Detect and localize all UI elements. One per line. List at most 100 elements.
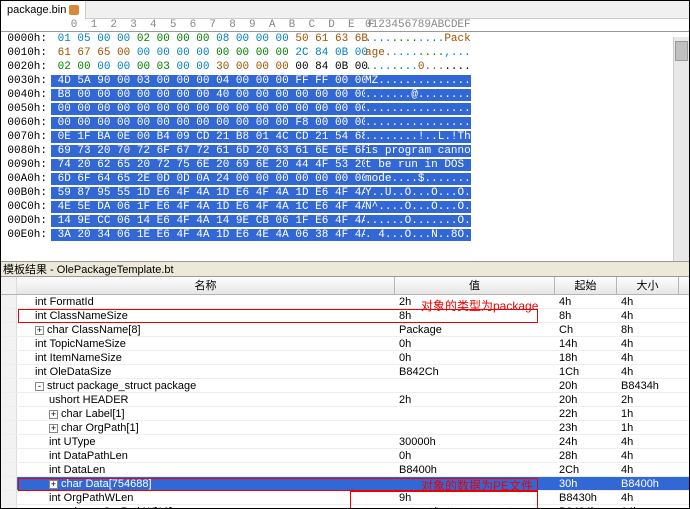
- ascii-bytes[interactable]: mode....$.......: [357, 172, 489, 186]
- hex-row[interactable]: 00A0h: 6D 6F 64 65 2E 0D 0D 0A 24 00 00 …: [1, 172, 689, 186]
- table-row[interactable]: int FormatId2h4h4h: [1, 295, 689, 309]
- hex-bytes[interactable]: 61 67 65 00 00 00 00 00 00 00 00 00 2C 8…: [51, 46, 357, 60]
- hex-bytes[interactable]: 69 73 20 70 72 6F 67 72 61 6D 20 63 61 6…: [51, 144, 357, 158]
- hex-row[interactable]: 00B0h: 59 87 95 55 1D E6 4F 4A 1D E6 4F …: [1, 186, 689, 200]
- table-row[interactable]: +wchar_t OrgPathW[10]setup.zipB8434h14h: [1, 505, 689, 508]
- hex-bytes[interactable]: 59 87 95 55 1D E6 4F 4A 1D E6 4F 4A 1D E…: [51, 186, 357, 200]
- cell-value[interactable]: B8400h: [395, 463, 555, 476]
- hex-bytes[interactable]: 01 05 00 00 02 00 00 00 08 00 00 00 50 6…: [51, 32, 357, 46]
- expander-icon[interactable]: +: [49, 424, 58, 433]
- hex-row[interactable]: 0020h: 02 00 00 00 00 03 00 00 30 00 00 …: [1, 60, 689, 74]
- table-row[interactable]: int UType30000h24h4h: [1, 435, 689, 449]
- cell-name[interactable]: int OrgPathWLen: [17, 491, 395, 504]
- cell-value[interactable]: [395, 421, 555, 434]
- hex-row[interactable]: 00E0h: 3A 20 34 06 1E E6 4F 4A 1D E6 4E …: [1, 228, 689, 242]
- col-value[interactable]: 值: [395, 277, 555, 294]
- vertical-scrollbar[interactable]: [673, 37, 689, 261]
- expander-icon[interactable]: +: [35, 326, 44, 335]
- cell-name[interactable]: -struct package_struct package: [17, 379, 395, 392]
- hex-row[interactable]: 0060h: 00 00 00 00 00 00 00 00 00 00 00 …: [1, 116, 689, 130]
- hex-row[interactable]: 0040h: B8 00 00 00 00 00 00 00 40 00 00 …: [1, 88, 689, 102]
- ascii-bytes[interactable]: ........!..L.!Th: [357, 130, 489, 144]
- table-row[interactable]: +char ClassName[8]PackageCh8h: [1, 323, 689, 337]
- expander-icon[interactable]: +: [49, 410, 58, 419]
- ascii-bytes[interactable]: MZ..............: [357, 74, 489, 88]
- table-row[interactable]: int OrgPathWLen9hB8430h4h: [1, 491, 689, 505]
- hex-bytes[interactable]: 4E 5E DA 06 1F E6 4F 4A 1D E6 4F 4A 1C E…: [51, 200, 357, 214]
- cell-name[interactable]: int FormatId: [17, 295, 395, 308]
- hex-row[interactable]: 0010h: 61 67 65 00 00 00 00 00 00 00 00 …: [1, 46, 689, 60]
- cell-value[interactable]: 2h: [395, 393, 555, 406]
- ascii-bytes[interactable]: is program canno: [357, 144, 489, 158]
- cell-name[interactable]: +char Data[754688]: [17, 477, 395, 490]
- hex-bytes[interactable]: 74 20 62 65 20 72 75 6E 20 69 6E 20 44 4…: [51, 158, 357, 172]
- table-row[interactable]: int ClassNameSize8h8h4h: [1, 309, 689, 323]
- ascii-bytes[interactable]: ......O.......O.: [357, 214, 489, 228]
- hex-bytes[interactable]: 00 00 00 00 00 00 00 00 00 00 00 00 00 0…: [51, 102, 357, 116]
- ascii-bytes[interactable]: .......@........: [357, 88, 489, 102]
- cell-value[interactable]: 30000h: [395, 435, 555, 448]
- ascii-bytes[interactable]: age.........,...: [357, 46, 489, 60]
- template-grid[interactable]: 名称 值 起始 大小 int FormatId2h4h4hint ClassNa…: [1, 277, 689, 508]
- table-row[interactable]: int DataLenB8400h2Ch4h: [1, 463, 689, 477]
- cell-value[interactable]: [395, 379, 555, 392]
- hex-row[interactable]: 0000h: 01 05 00 00 02 00 00 00 08 00 00 …: [1, 32, 689, 46]
- col-start[interactable]: 起始: [555, 277, 617, 294]
- hex-row[interactable]: 00D0h: 14 9E CC 06 14 E6 4F 4A 14 9E CB …: [1, 214, 689, 228]
- cell-name[interactable]: int UType: [17, 435, 395, 448]
- scroll-thumb[interactable]: [675, 41, 688, 61]
- expander-icon[interactable]: +: [49, 480, 58, 489]
- table-row[interactable]: ushort HEADER2h20h2h: [1, 393, 689, 407]
- hex-bytes[interactable]: 02 00 00 00 00 03 00 00 30 00 00 00 00 8…: [51, 60, 357, 74]
- cell-name[interactable]: int DataPathLen: [17, 449, 395, 462]
- hex-bytes[interactable]: 0E 1F BA 0E 00 B4 09 CD 21 B8 01 4C CD 2…: [51, 130, 357, 144]
- ascii-bytes[interactable]: ............Pack: [357, 32, 489, 46]
- hex-row[interactable]: 0080h: 69 73 20 70 72 6F 67 72 61 6D 20 …: [1, 144, 689, 158]
- hex-bytes[interactable]: 4D 5A 90 00 03 00 00 00 04 00 00 00 FF F…: [51, 74, 357, 88]
- table-row[interactable]: +char OrgPath[1]23h1h: [1, 421, 689, 435]
- cell-name[interactable]: int OleDataSize: [17, 365, 395, 378]
- cell-value[interactable]: B842Ch: [395, 365, 555, 378]
- hex-row[interactable]: 0050h: 00 00 00 00 00 00 00 00 00 00 00 …: [1, 102, 689, 116]
- cell-value[interactable]: Package: [395, 323, 555, 336]
- table-row[interactable]: +char Label[1]22h1h: [1, 407, 689, 421]
- ascii-bytes[interactable]: ........0.......: [357, 60, 489, 74]
- table-row[interactable]: +char Data[754688]30hB8400h: [1, 477, 689, 491]
- cell-value[interactable]: 0h: [395, 351, 555, 364]
- hex-row[interactable]: 00C0h: 4E 5E DA 06 1F E6 4F 4A 1D E6 4F …: [1, 200, 689, 214]
- ascii-bytes[interactable]: . 4...O...N..8O.: [357, 228, 489, 242]
- cell-name[interactable]: +char ClassName[8]: [17, 323, 395, 336]
- cell-value[interactable]: 0h: [395, 449, 555, 462]
- table-row[interactable]: -struct package_struct package20hB8434h: [1, 379, 689, 393]
- cell-name[interactable]: ushort HEADER: [17, 393, 395, 406]
- col-name[interactable]: 名称: [17, 277, 395, 294]
- cell-name[interactable]: +char OrgPath[1]: [17, 421, 395, 434]
- ascii-bytes[interactable]: ................: [357, 116, 489, 130]
- hex-bytes[interactable]: 3A 20 34 06 1E E6 4F 4A 1D E6 4E 4A 06 3…: [51, 228, 357, 242]
- hex-row[interactable]: 0090h: 74 20 62 65 20 72 75 6E 20 69 6E …: [1, 158, 689, 172]
- cell-name[interactable]: +char Label[1]: [17, 407, 395, 420]
- cell-value[interactable]: [395, 407, 555, 420]
- table-row[interactable]: int DataPathLen0h28h4h: [1, 449, 689, 463]
- ascii-bytes[interactable]: t be run in DOS: [357, 158, 489, 172]
- hex-bytes[interactable]: 14 9E CC 06 14 E6 4F 4A 14 9E CB 06 1F E…: [51, 214, 357, 228]
- cell-name[interactable]: int TopicNameSize: [17, 337, 395, 350]
- cell-value[interactable]: 0h: [395, 337, 555, 350]
- hex-editor[interactable]: 0 1 2 3 4 5 6 7 8 9 A B C D E F 01234567…: [1, 19, 689, 261]
- hex-row[interactable]: 0070h: 0E 1F BA 0E 00 B4 09 CD 21 B8 01 …: [1, 130, 689, 144]
- hex-bytes[interactable]: B8 00 00 00 00 00 00 00 40 00 00 00 00 0…: [51, 88, 357, 102]
- col-size[interactable]: 大小: [617, 277, 679, 294]
- hex-bytes[interactable]: 00 00 00 00 00 00 00 00 00 00 00 00 F8 0…: [51, 116, 357, 130]
- hex-bytes[interactable]: 6D 6F 64 65 2E 0D 0D 0A 24 00 00 00 00 0…: [51, 172, 357, 186]
- ascii-bytes[interactable]: Y..U..O...O...O.: [357, 186, 489, 200]
- cell-name[interactable]: +wchar_t OrgPathW[10]: [17, 505, 395, 508]
- ascii-bytes[interactable]: ................: [357, 102, 489, 116]
- cell-name[interactable]: int ItemNameSize: [17, 351, 395, 364]
- table-row[interactable]: int TopicNameSize0h14h4h: [1, 337, 689, 351]
- ascii-bytes[interactable]: N^....O...O...O.: [357, 200, 489, 214]
- table-row[interactable]: int OleDataSizeB842Ch1Ch4h: [1, 365, 689, 379]
- file-tab[interactable]: package.bin: [1, 1, 86, 19]
- table-row[interactable]: int ItemNameSize0h18h4h: [1, 351, 689, 365]
- cell-name[interactable]: int ClassNameSize: [17, 309, 395, 322]
- cell-name[interactable]: int DataLen: [17, 463, 395, 476]
